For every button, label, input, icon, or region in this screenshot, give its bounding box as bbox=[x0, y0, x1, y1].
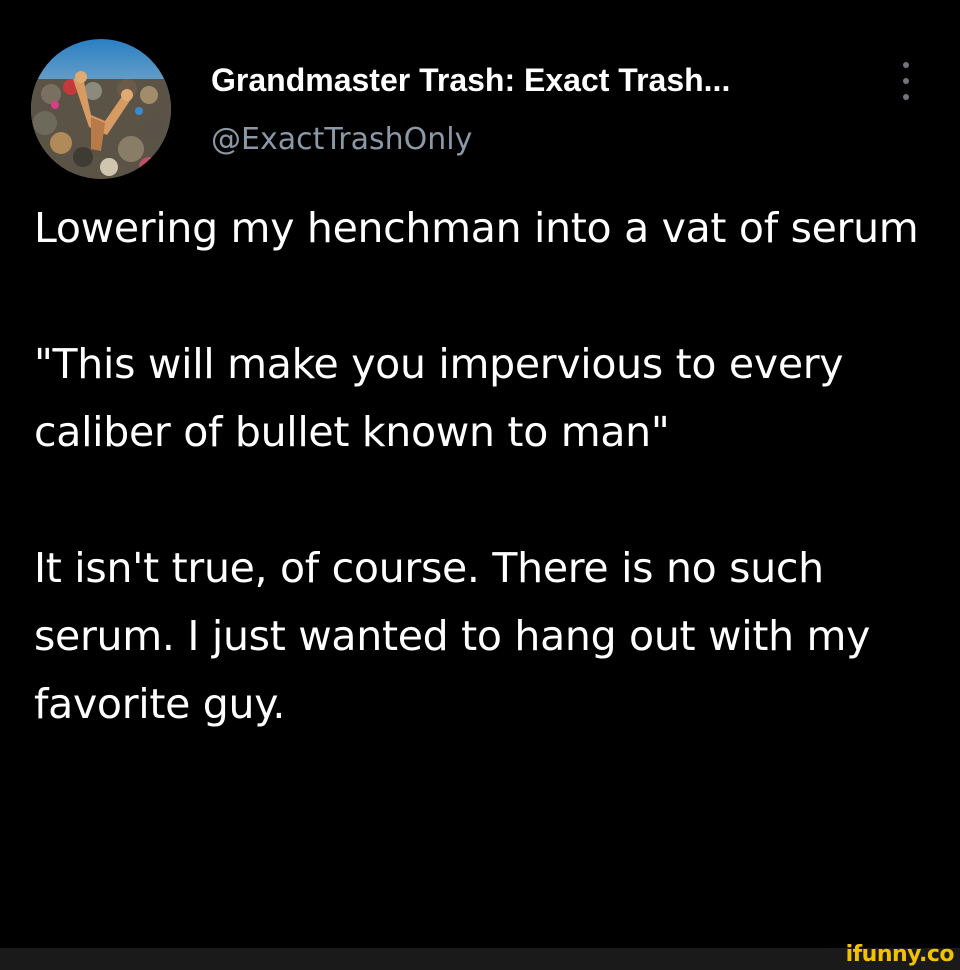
tweet-paragraph: Lowering my henchman into a vat of serum bbox=[34, 204, 919, 252]
profile-avatar[interactable] bbox=[31, 39, 171, 179]
tweet-paragraph: "This will make you impervious to every … bbox=[34, 340, 844, 456]
tweet-card: Grandmaster Trash: Exact Trash... @Exact… bbox=[0, 0, 960, 948]
trash-pile-avatar-icon bbox=[31, 39, 171, 179]
more-vertical-icon[interactable] bbox=[890, 56, 922, 106]
author-display-name[interactable]: Grandmaster Trash: Exact Trash... bbox=[211, 60, 730, 100]
footer-bar bbox=[0, 948, 960, 970]
tweet-text: Lowering my henchman into a vat of serum… bbox=[34, 194, 934, 738]
author-handle[interactable]: @ExactTrashOnly bbox=[211, 120, 472, 160]
ifunny-watermark: ifunny.co bbox=[845, 942, 955, 967]
tweet-paragraph: It isn't true, of course. There is no su… bbox=[34, 544, 871, 728]
